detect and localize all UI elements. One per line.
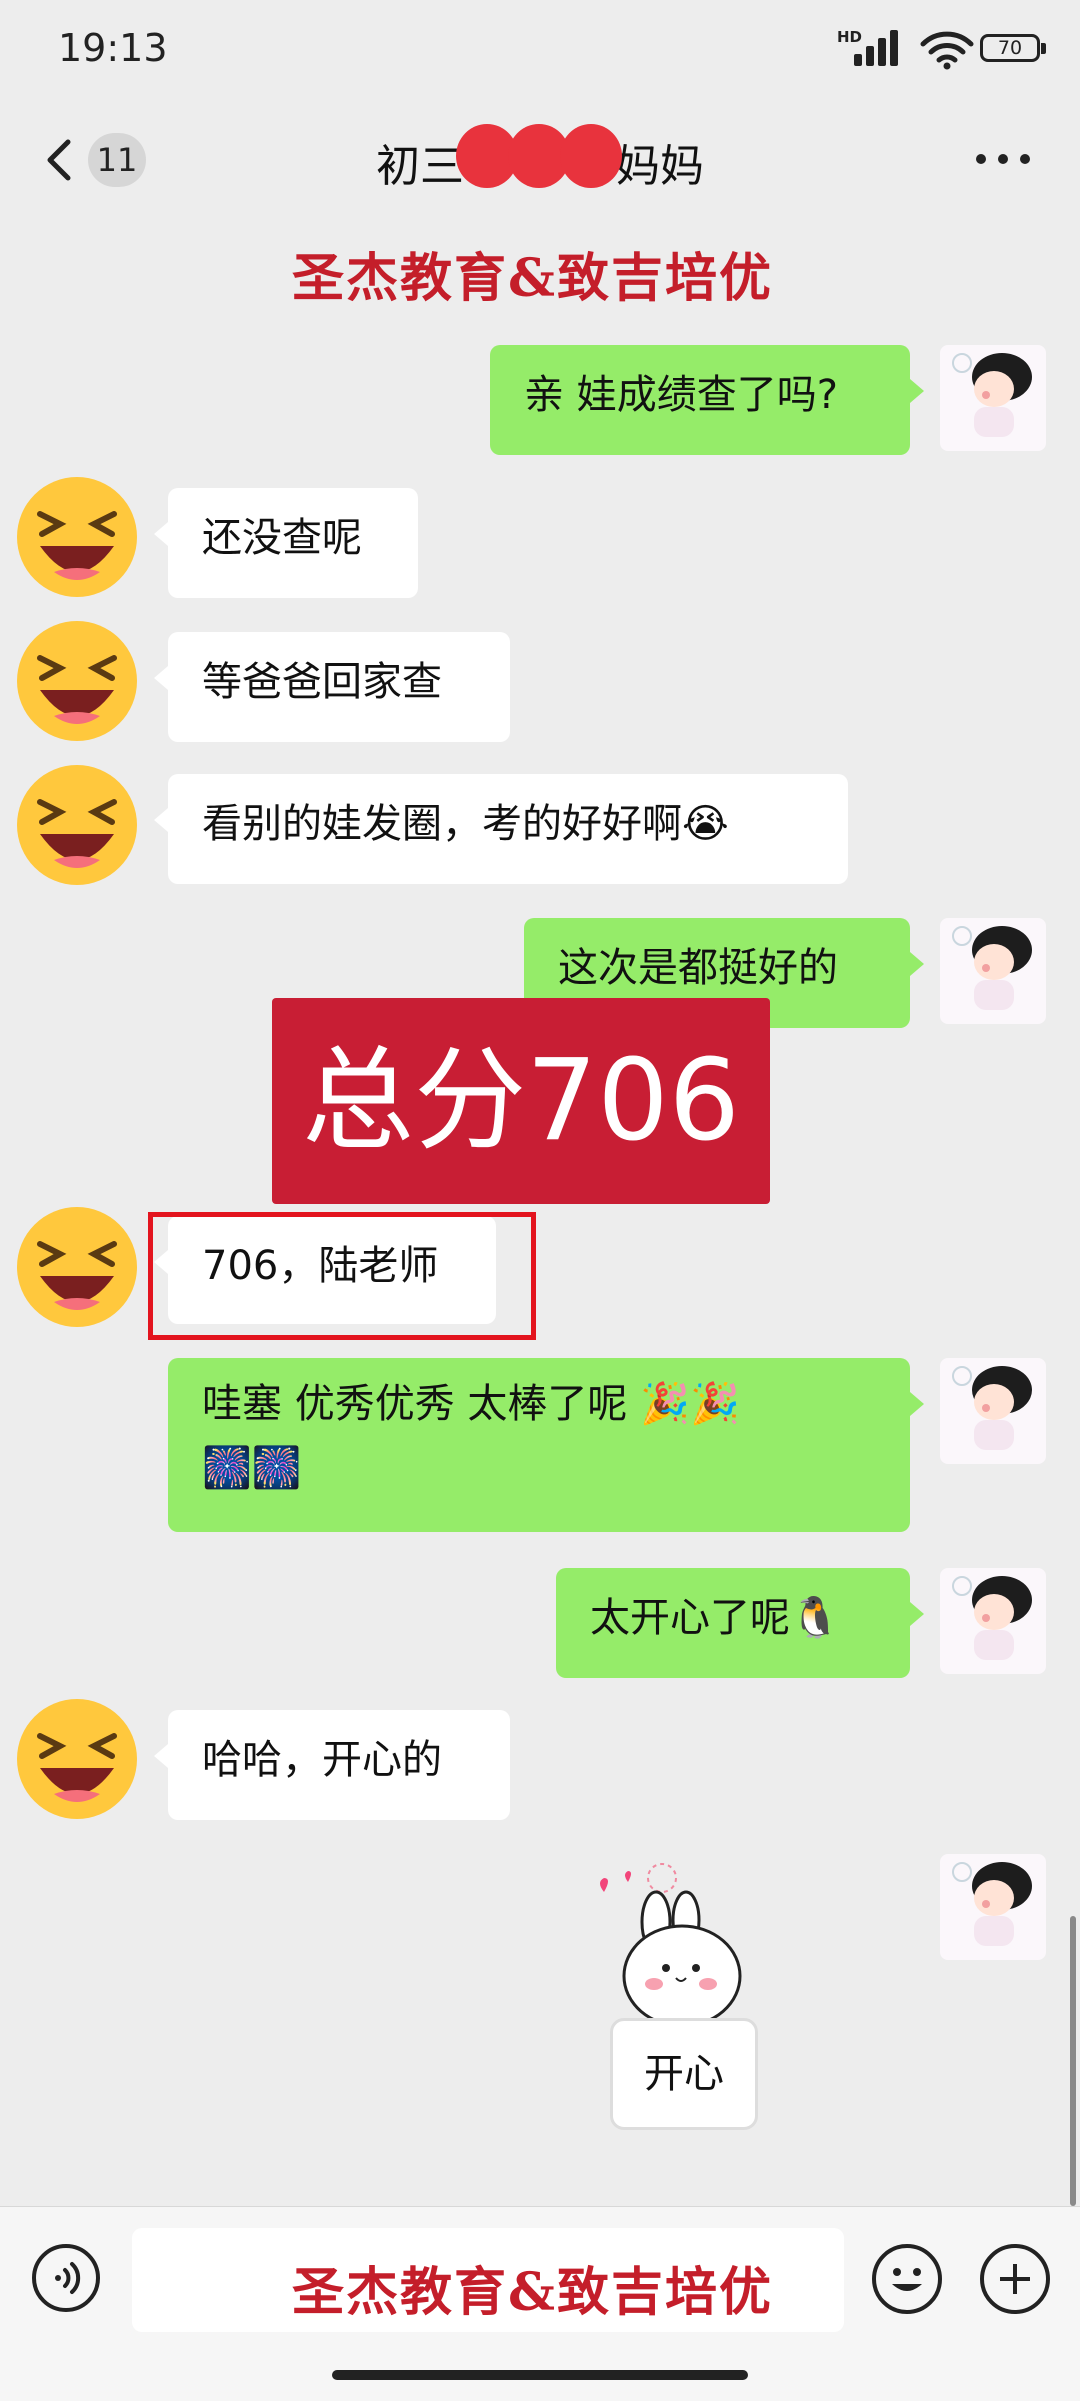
more-options-icon[interactable] <box>976 154 1032 166</box>
girl-avatar-icon <box>952 1576 1032 1660</box>
status-bar: 19:13 HD 70 <box>0 0 1080 100</box>
contact-avatar[interactable] <box>14 762 140 888</box>
scrollbar[interactable] <box>1070 1916 1076 2206</box>
redaction-heart-blot <box>560 124 622 188</box>
girl-avatar-icon <box>952 1862 1032 1946</box>
laughing-emoji-icon <box>17 477 137 597</box>
voice-input-button[interactable] <box>32 2244 100 2312</box>
my-avatar[interactable] <box>940 345 1046 451</box>
bunny-sticker-icon[interactable] <box>586 1852 756 2032</box>
voice-icon <box>55 2262 81 2294</box>
laughing-emoji-icon <box>17 1207 137 1327</box>
my-avatar[interactable] <box>940 1358 1046 1464</box>
message-bubble-incoming[interactable]: 哈哈，开心的 <box>154 1710 510 1820</box>
signal-icon <box>854 30 900 66</box>
girl-avatar-icon <box>952 1366 1032 1450</box>
sticker-caption: 开心 <box>610 2018 758 2130</box>
contact-avatar[interactable] <box>14 474 140 600</box>
message-bubble-outgoing[interactable]: 太开心了呢🐧 <box>556 1568 924 1678</box>
laughing-emoji-icon <box>17 621 137 741</box>
message-bubble-outgoing[interactable]: 亲 娃成绩查了吗? <box>490 345 924 455</box>
my-avatar[interactable] <box>940 1854 1046 1960</box>
battery-icon: 70 <box>980 34 1046 62</box>
wifi-icon <box>920 31 974 70</box>
contact-avatar[interactable] <box>14 1204 140 1330</box>
girl-avatar-icon <box>952 353 1032 437</box>
girl-avatar-icon <box>952 926 1032 1010</box>
smiley-icon <box>892 2268 922 2291</box>
message-line: 哇塞 优秀优秀 太棒了呢 🎉🎉 <box>202 1381 740 1427</box>
more-functions-button[interactable] <box>980 2244 1050 2314</box>
message-bubble-outgoing[interactable]: 哇塞 优秀优秀 太棒了呢 🎉🎉 🎆🎆 <box>168 1358 924 1532</box>
laughing-emoji-icon <box>17 765 137 885</box>
chat-title-suffix: 妈妈 <box>616 141 704 192</box>
message-line: 🎆🎆 <box>202 1445 302 1491</box>
watermark-text: 圣杰教育&致吉培优 <box>292 248 773 309</box>
contact-avatar[interactable] <box>14 618 140 744</box>
emoji-button[interactable] <box>872 2244 942 2314</box>
contact-avatar[interactable] <box>14 1696 140 1822</box>
status-time: 19:13 <box>58 26 168 70</box>
message-bubble-incoming[interactable]: 看别的娃发圈，考的好好啊😭 <box>154 774 848 884</box>
my-avatar[interactable] <box>940 918 1046 1024</box>
message-bubble-incoming[interactable]: 还没查呢 <box>154 488 418 598</box>
my-avatar[interactable] <box>940 1568 1046 1674</box>
message-bubble-incoming[interactable]: 等爸爸回家查 <box>154 632 510 742</box>
chat-title-prefix: 初三 <box>376 141 464 192</box>
home-indicator[interactable] <box>332 2370 748 2380</box>
score-overlay-banner: 总分706 <box>272 998 770 1204</box>
laughing-emoji-icon <box>17 1699 137 1819</box>
input-watermark-text: 圣杰教育&致吉培优 <box>292 2262 773 2323</box>
highlight-box <box>148 1212 536 1340</box>
